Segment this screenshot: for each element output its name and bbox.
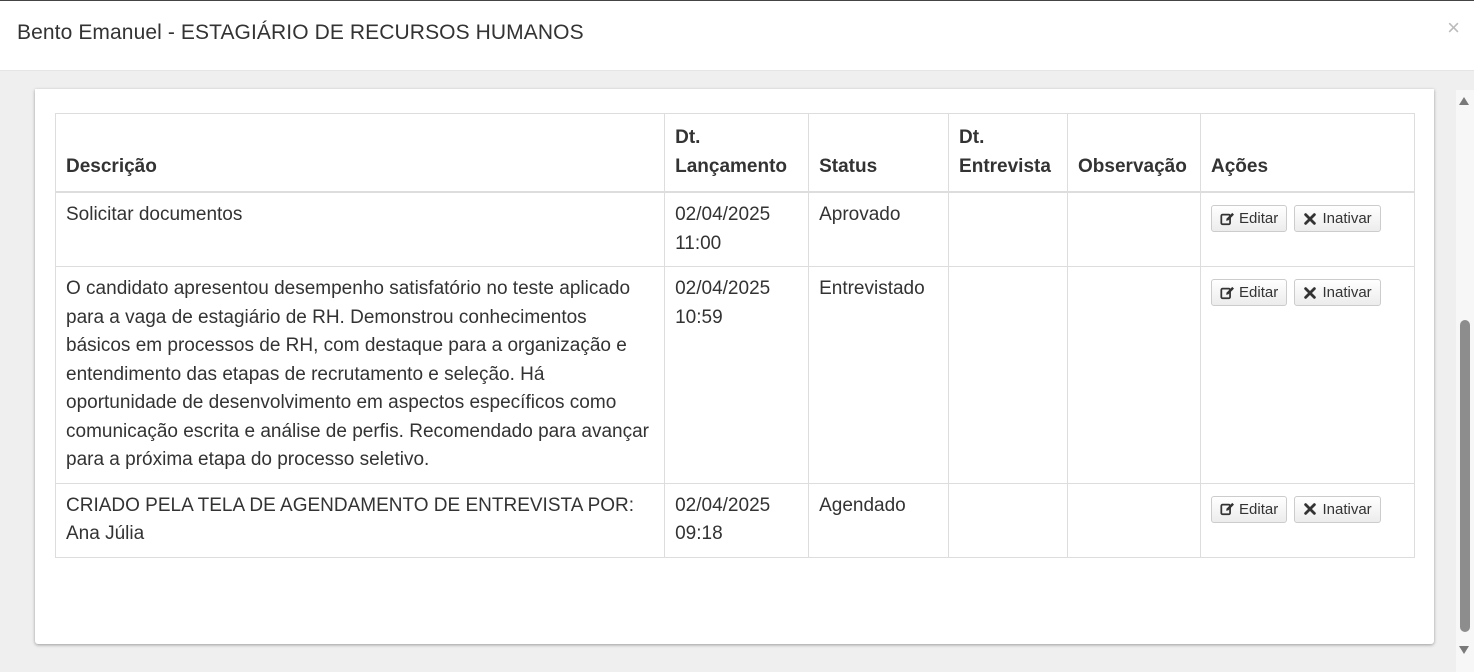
header-dt-lancamento-line1: Dt.: [675, 127, 701, 148]
cell-descricao: Solicitar documentos: [54, 191, 666, 267]
header-descricao: Descrição: [54, 113, 666, 193]
scroll-down-icon[interactable]: [1459, 646, 1469, 654]
cell-dt-entrevista: [948, 482, 1069, 558]
header-dt-entrevista-line1: Dt.: [959, 127, 985, 148]
edit-icon: [1220, 502, 1235, 516]
cell-status: Agendado: [808, 482, 950, 558]
cell-descricao: CRIADO PELA TELA DE AGENDAMENTO DE ENTRE…: [54, 482, 666, 558]
cell-date: 02/04/2025: [675, 278, 771, 299]
edit-icon: [1220, 212, 1235, 225]
header-dt-lancamento-line2: Lançamento: [675, 155, 788, 177]
edit-button[interactable]: Editar: [1211, 205, 1288, 232]
modal-header: Bento Emanuel - ESTAGIÁRIO DE RECURSOS H…: [0, 0, 1474, 71]
cell-dt-entrevista: [948, 191, 1069, 267]
times-icon: [1304, 212, 1317, 225]
cell-observacao: [1067, 266, 1202, 484]
cell-status: Aprovado: [808, 191, 950, 267]
table-row: CRIADO PELA TELA DE AGENDAMENTO DE ENTRE…: [54, 482, 1415, 558]
header-dt-lancamento: Dt. Lançamento: [664, 113, 810, 193]
inactivate-button[interactable]: Inativar: [1294, 279, 1381, 306]
table-row: O candidato apresentou desempenho satisf…: [54, 266, 1415, 484]
cell-time: 09:18: [675, 523, 723, 544]
header-acoes-label: Ações: [1211, 155, 1269, 177]
cell-acoes: Editar Inativar: [1200, 191, 1415, 267]
edit-button-label: Editar: [1239, 210, 1279, 227]
header-descricao-label: Descrição: [66, 155, 157, 177]
cell-date: 02/04/2025: [675, 204, 771, 225]
header-observacao-label: Observação: [1078, 155, 1187, 177]
cell-status: Entrevistado: [808, 266, 950, 484]
cell-date: 02/04/2025: [675, 494, 771, 516]
header-status: Status: [808, 113, 950, 193]
header-observacao: Observação: [1067, 113, 1202, 193]
edit-button-label: Editar: [1239, 500, 1279, 518]
inactivate-button[interactable]: Inativar: [1294, 495, 1381, 523]
header-acoes: Ações: [1200, 113, 1415, 193]
cell-descricao: O candidato apresentou desempenho satisf…: [54, 266, 666, 484]
cell-dt-lancamento: 02/04/2025 11:00: [664, 191, 810, 267]
header-dt-entrevista-line2: Entrevista: [959, 155, 1051, 177]
inactivate-button-label: Inativar: [1322, 284, 1372, 301]
history-table: Descrição Dt. Lançamento Status Dt. Entrev…: [54, 113, 1415, 558]
table-row: Solicitar documentos 02/04/2025 11:00 Apr…: [54, 191, 1415, 267]
cell-observacao: [1067, 482, 1202, 558]
edit-icon: [1220, 286, 1235, 299]
modal-title: Bento Emanuel - ESTAGIÁRIO DE RECURSOS H…: [17, 21, 584, 44]
inactivate-button[interactable]: Inativar: [1294, 205, 1381, 232]
cell-observacao: [1067, 191, 1202, 267]
cell-acoes: Editar Inativar: [1200, 482, 1415, 558]
cell-time: 11:00: [675, 232, 722, 254]
times-icon: [1304, 286, 1317, 299]
table-header-row: Descrição Dt. Lançamento Status Dt. Entrev…: [54, 113, 1415, 193]
times-icon: [1304, 503, 1317, 515]
cell-dt-entrevista: [948, 266, 1069, 484]
edit-button[interactable]: Editar: [1211, 495, 1288, 523]
scroll-up-icon[interactable]: [1459, 97, 1469, 105]
edit-button-label: Editar: [1239, 284, 1279, 301]
header-status-label: Status: [819, 155, 878, 177]
close-button[interactable]: ×: [1447, 17, 1460, 39]
scrollbar-thumb[interactable]: [1460, 320, 1470, 632]
edit-button[interactable]: Editar: [1211, 279, 1288, 306]
inactivate-button-label: Inativar: [1322, 500, 1372, 518]
cell-time: 10:59: [675, 306, 723, 328]
cell-dt-lancamento: 02/04/2025 09:18: [664, 482, 810, 558]
header-dt-entrevista: Dt. Entrevista: [948, 113, 1069, 193]
cell-acoes: Editar Inativar: [1200, 266, 1415, 484]
inactivate-button-label: Inativar: [1322, 210, 1372, 227]
cell-dt-lancamento: 02/04/2025 10:59: [664, 266, 810, 484]
